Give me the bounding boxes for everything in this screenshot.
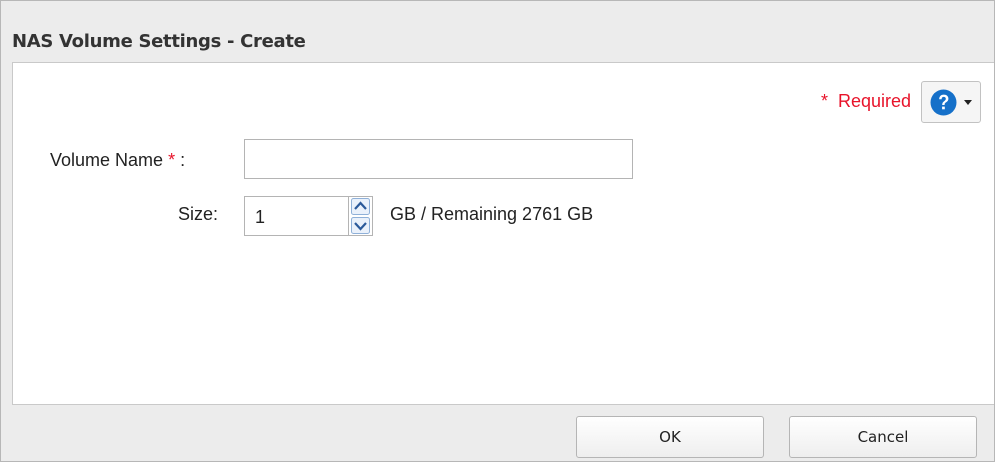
size-input[interactable]: 1 — [244, 196, 349, 236]
size-label: Size: — [178, 204, 219, 224]
help-button[interactable] — [921, 81, 981, 123]
nas-volume-create-dialog: NAS Volume Settings - Create * Required V… — [0, 0, 995, 462]
chevron-down-icon — [964, 100, 972, 105]
required-legend: * Required — [821, 91, 911, 112]
required-label: Required — [837, 91, 911, 111]
size-spinner — [349, 196, 373, 236]
required-star: * — [820, 91, 828, 111]
ok-button[interactable]: OK — [576, 416, 764, 458]
size-remaining-text: GB / Remaining 2761 GB — [390, 204, 594, 224]
volume-name-label: Volume Name * : — [50, 150, 185, 171]
volume-name-colon: : — [175, 150, 186, 170]
cancel-button[interactable]: Cancel — [789, 416, 977, 458]
dialog-title-bar[interactable]: NAS Volume Settings - Create — [1, 1, 994, 53]
volume-name-label-text: Volume Name — [50, 150, 164, 170]
volume-name-input[interactable] — [244, 139, 633, 179]
help-icon — [930, 89, 957, 116]
arrow-down-icon[interactable] — [351, 217, 370, 234]
dialog-title: NAS Volume Settings - Create — [12, 31, 306, 52]
size-value: 1 — [255, 207, 266, 227]
dialog-content: * Required Volume Name * : Size: 1 GB / … — [12, 62, 994, 405]
arrow-up-icon[interactable] — [351, 198, 370, 215]
